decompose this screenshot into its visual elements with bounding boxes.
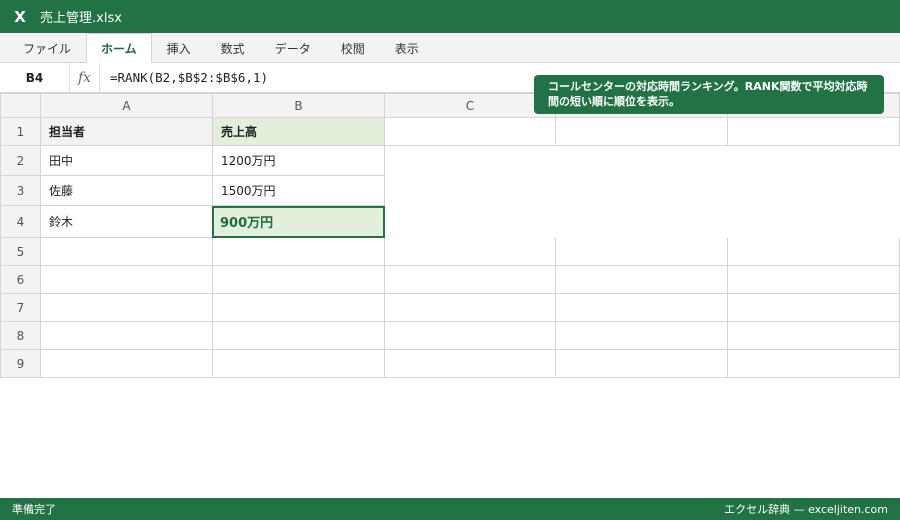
cell-a9[interactable] [41,350,213,378]
row-header-5[interactable]: 5 [0,238,41,266]
cell-d8[interactable] [556,322,728,350]
name-box[interactable]: B4 [0,63,70,92]
cell-d6[interactable] [556,266,728,294]
column-header-c[interactable]: C [385,93,556,118]
cell-d1[interactable] [556,118,728,146]
cell-e9[interactable] [728,350,900,378]
column-header-b[interactable]: B [213,93,385,118]
formula-input[interactable]: =RANK(B2,$B$2:$B$6,1) [100,70,268,85]
cell-a6[interactable] [41,266,213,294]
row-header-8[interactable]: 8 [0,322,41,350]
cell-b5[interactable] [213,238,385,266]
cell-a2[interactable]: 田中 [41,146,213,176]
cell-b7[interactable] [213,294,385,322]
tab-home[interactable]: ホーム [86,33,152,63]
cell-e8[interactable] [728,322,900,350]
cell-a1[interactable]: 担当者 [41,118,213,146]
row-header-7[interactable]: 7 [0,294,41,322]
cell-a7[interactable] [41,294,213,322]
cell-c7[interactable] [385,294,556,322]
cell-a5[interactable] [41,238,213,266]
cell-b2[interactable]: 1200万円 [213,146,385,176]
cell-b8[interactable] [213,322,385,350]
cell-b9[interactable] [213,350,385,378]
callout-note: コールセンターの対応時間ランキング。RANK関数で平均対応時間の短い順に順位を表… [534,75,884,114]
cell-c8[interactable] [385,322,556,350]
cell-e7[interactable] [728,294,900,322]
cell-e5[interactable] [728,238,900,266]
cell-e1[interactable] [728,118,900,146]
status-ready: 準備完了 [12,503,56,516]
tab-formulas[interactable]: 数式 [206,33,260,62]
cell-d9[interactable] [556,350,728,378]
column-header-a[interactable]: A [41,93,213,118]
tab-view[interactable]: 表示 [380,33,434,62]
site-credit: エクセル辞典 — exceljiten.com [724,503,888,516]
row-header-4[interactable]: 4 [0,206,41,238]
cell-b3[interactable]: 1500万円 [213,176,385,206]
cell-c1[interactable] [385,118,556,146]
row-header-6[interactable]: 6 [0,266,41,294]
cell-c9[interactable] [385,350,556,378]
cell-b6[interactable] [213,266,385,294]
row-header-3[interactable]: 3 [0,176,41,206]
tab-data[interactable]: データ [260,33,326,62]
cell-d5[interactable] [556,238,728,266]
tab-insert[interactable]: 挿入 [152,33,206,62]
status-bar: 準備完了 エクセル辞典 — exceljiten.com [0,498,900,520]
cell-c5[interactable] [385,238,556,266]
title-bar: X 売上管理.xlsx [0,0,900,33]
cell-a8[interactable] [41,322,213,350]
cell-d7[interactable] [556,294,728,322]
function-icon[interactable]: fx [70,63,100,92]
tab-file[interactable]: ファイル [8,33,86,62]
select-all-corner[interactable] [0,93,41,118]
row-header-1[interactable]: 1 [0,118,41,146]
row-header-9[interactable]: 9 [0,350,41,378]
cell-a3[interactable]: 佐藤 [41,176,213,206]
cell-e6[interactable] [728,266,900,294]
ribbon-tabs: ファイル ホーム 挿入 数式 データ 校閲 表示 [0,33,900,63]
row-header-2[interactable]: 2 [0,146,41,176]
tab-review[interactable]: 校閲 [326,33,380,62]
cell-a4[interactable]: 鈴木 [41,206,213,238]
cell-b1[interactable]: 売上高 [213,118,385,146]
cell-c6[interactable] [385,266,556,294]
cell-b4-selected[interactable]: 900万円 [212,206,385,238]
window-title: 売上管理.xlsx [40,11,122,26]
excel-icon: X [14,7,26,26]
